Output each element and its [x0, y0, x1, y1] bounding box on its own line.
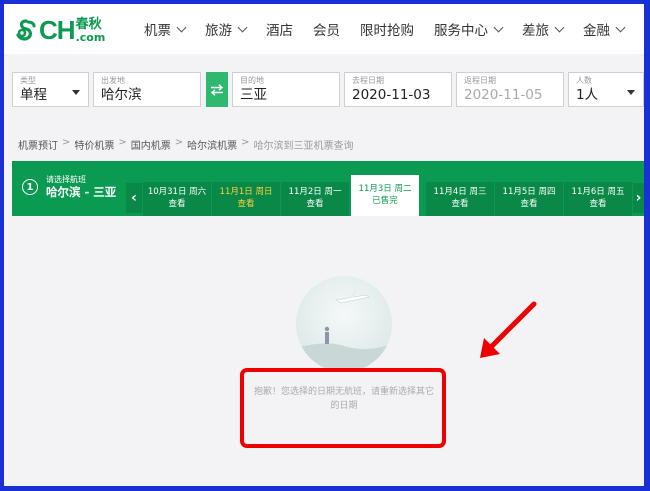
- breadcrumb: 机票预订 > 特价机票 > 国内机票 > 哈尔滨机票 > 哈尔滨到三亚机票查询: [18, 137, 354, 152]
- depart-date-field[interactable]: 去程日期 2020-11-03: [344, 72, 452, 107]
- logo[interactable]: CH 春秋 .com: [14, 15, 105, 45]
- breadcrumb-item[interactable]: 机票预订: [18, 137, 58, 152]
- select-flight-hint: 请选择航班: [46, 175, 86, 184]
- no-flights-illustration: [296, 276, 392, 372]
- logo-chinese-text: 春秋: [75, 16, 102, 32]
- logo-domain-text: .com: [75, 30, 106, 44]
- chevron-down-icon: [493, 22, 504, 32]
- caret-down-icon: [72, 90, 80, 95]
- date-tab[interactable]: 11月5日 周四 查看: [495, 182, 563, 216]
- search-bar: 类型 单程 出发地 哈尔滨 目的地 三亚 去程日期 2020-11-03 返程日…: [4, 64, 644, 116]
- date-tab[interactable]: 11月1日 周日 查看: [212, 182, 280, 216]
- nav-business-travel[interactable]: 差旅: [522, 19, 565, 39]
- date-strip: 1 请选择航班 哈尔滨 - 三亚 ‹ 10月31日 周六 查看 11月1日 周日查…: [12, 161, 644, 216]
- logo-swirl-icon: [16, 19, 36, 41]
- flight-selection-label: 1 请选择航班 哈尔滨 - 三亚: [22, 175, 116, 199]
- caret-down-icon: [627, 90, 635, 95]
- chevron-down-icon: [554, 22, 565, 32]
- step-number: 1: [22, 179, 38, 195]
- date-tab-selected[interactable]: 11月3日 周二 已售完: [351, 175, 419, 216]
- browser-frame: CH 春秋 .com 机票 旅游 酒店 会员 限时抢购 服务中心 差旅 金融 类…: [4, 4, 644, 486]
- nav-travel[interactable]: 旅游: [205, 19, 248, 39]
- origin-field[interactable]: 出发地 哈尔滨: [93, 72, 201, 107]
- nav-members[interactable]: 会员: [313, 19, 340, 39]
- annotation-arrow-icon: [480, 301, 537, 358]
- nav-hotels[interactable]: 酒店: [266, 19, 293, 39]
- passengers-select[interactable]: 人数 1人: [568, 72, 644, 107]
- breadcrumb-current: 哈尔滨到三亚机票查询: [253, 141, 354, 152]
- date-tab[interactable]: 11月6日 周五 查看: [564, 182, 632, 216]
- top-header: CH 春秋 .com 机票 旅游 酒店 会员 限时抢购 服务中心 差旅 金融: [4, 4, 644, 54]
- trip-type-select[interactable]: 类型 单程: [12, 72, 89, 107]
- chevron-right-icon: ›: [635, 190, 642, 206]
- return-date-field[interactable]: 返程日期 2020-11-05: [456, 72, 564, 107]
- nav-flash-sale[interactable]: 限时抢购: [360, 19, 414, 39]
- chevron-down-icon: [615, 22, 626, 32]
- date-tab[interactable]: 10月31日 周六 查看: [143, 182, 211, 216]
- chevron-down-icon: [237, 22, 248, 32]
- swap-cities-button[interactable]: [206, 72, 228, 107]
- breadcrumb-item[interactable]: 哈尔滨机票: [187, 137, 237, 152]
- date-tab[interactable]: 11月2日 周一 查看: [281, 182, 349, 216]
- chevron-down-icon: [176, 22, 187, 32]
- destination-field[interactable]: 目的地 三亚: [232, 72, 340, 107]
- nav-finance[interactable]: 金融: [583, 19, 626, 39]
- breadcrumb-item[interactable]: 国内机票: [131, 137, 171, 152]
- logo-text: CH: [39, 15, 76, 45]
- nav-service-center[interactable]: 服务中心: [434, 19, 504, 39]
- prev-dates-button[interactable]: ‹: [126, 183, 142, 213]
- route-label: 哈尔滨 - 三亚: [46, 185, 117, 199]
- swap-arrows-icon: [210, 83, 224, 96]
- airplane-illustration-icon: [296, 290, 392, 372]
- no-flights-message: 抱歉！您选择的日期无航班，请重新选择其它的日期: [254, 387, 435, 411]
- nav-flights[interactable]: 机票: [144, 19, 187, 39]
- next-dates-button[interactable]: ›: [633, 183, 644, 213]
- main-nav: 机票 旅游 酒店 会员 限时抢购 服务中心 差旅 金融: [144, 4, 644, 54]
- breadcrumb-item[interactable]: 特价机票: [74, 137, 114, 152]
- chevron-left-icon: ‹: [131, 190, 137, 206]
- date-tab[interactable]: 11月4日 周三 查看: [426, 182, 494, 216]
